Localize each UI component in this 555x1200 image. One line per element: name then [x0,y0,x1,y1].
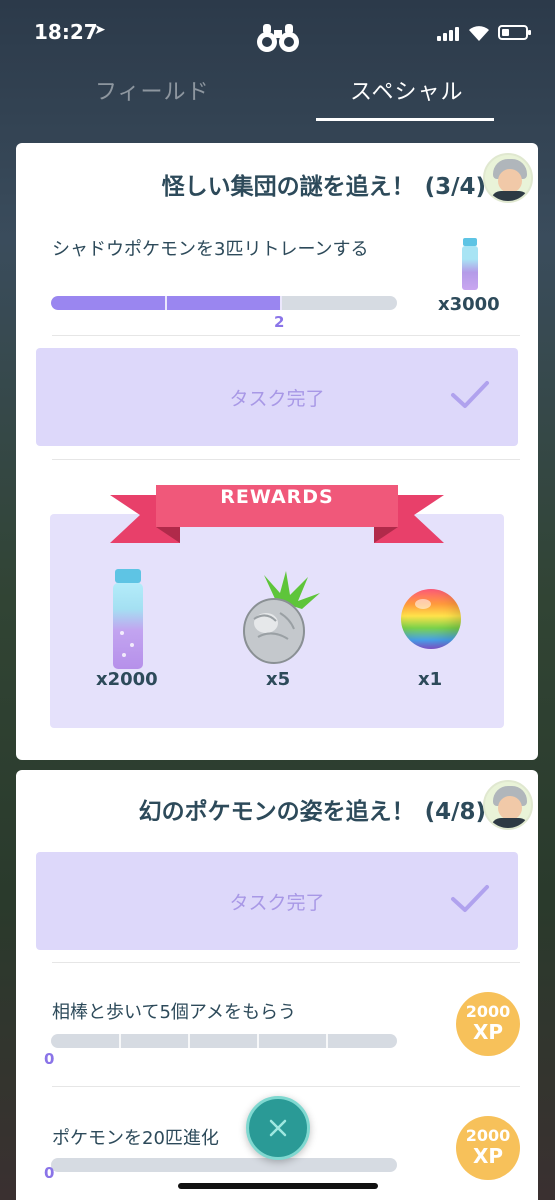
task-text: 相棒と歩いて5個アメをもらう [52,1002,297,1023]
tab-special[interactable]: スペシャル [350,74,463,106]
xp-amount: 2000 [465,1126,511,1145]
task-progress-count: 0 [44,1050,55,1068]
task-progress-bar [51,296,397,310]
clock: 18:27 [34,20,98,44]
rare-candy-icon [401,589,461,649]
professor-avatar [483,780,533,830]
active-tab-indicator [316,118,494,121]
battery-icon [498,25,531,40]
stardust-potion-icon [112,569,144,669]
task-progress-count: 2 [274,313,285,331]
cellular-signal-icon [437,27,459,41]
xp-reward-badge: 2000 XP [456,992,520,1056]
divider [52,459,520,460]
research-title-text: 幻のポケモンの姿を追え！ [138,799,415,825]
research-tabs: フィールド スペシャル [0,60,555,122]
location-arrow-icon: ➤ [94,22,106,38]
task-complete-button[interactable]: タスク完了 [36,852,518,950]
rewards-title: REWARDS [220,486,334,508]
task-text: シャドウポケモンを3匹リトレーンする [52,239,369,260]
task-complete-label: タスク完了 [229,388,325,410]
checkmark-icon [451,885,489,912]
divider [52,335,520,336]
close-button[interactable] [246,1096,310,1160]
stardust-potion-icon [461,238,479,290]
task-complete-button[interactable]: タスク完了 [36,348,518,446]
divider [52,1086,520,1087]
xp-reward-badge: 2000 XP [456,1116,520,1180]
special-research-card: 怪しい集団の謎を追え！ (3/4) シャドウポケモンを3匹リトレーンする 2 x3… [16,143,538,760]
xp-unit: XP [472,1020,504,1044]
research-step-progress: (4/8) [424,799,486,825]
xp-amount: 2000 [465,1002,511,1021]
task-progress-bar [51,1034,397,1048]
tab-field[interactable]: フィールド [95,74,210,106]
xp-unit: XP [472,1144,504,1168]
task-progress-bar [51,1158,397,1172]
silver-pinap-berry-icon [243,571,320,664]
home-indicator[interactable] [178,1183,378,1189]
reward-qty: x1 [418,669,443,690]
checkmark-icon [451,381,489,408]
research-title-text: 怪しい集団の謎を追え！ [161,174,415,200]
task-text: ポケモンを20匹進化 [52,1128,219,1149]
task-reward-qty: x3000 [438,294,500,315]
task-complete-label: タスク完了 [229,892,325,914]
reward-qty: x5 [266,669,291,690]
research-title: 怪しい集団の謎を追え！ (3/4) [16,167,486,201]
binoculars-icon [257,24,299,52]
status-bar: 18:27 ➤ [0,0,555,60]
wifi-icon [469,26,489,41]
research-step-progress: (3/4) [424,174,486,200]
reward-qty: x2000 [96,669,158,690]
close-icon [269,1119,287,1137]
professor-avatar [483,153,533,203]
research-title: 幻のポケモンの姿を追え！ (4/8) [16,792,486,826]
task-progress-count: 0 [44,1164,55,1182]
divider [52,962,520,963]
